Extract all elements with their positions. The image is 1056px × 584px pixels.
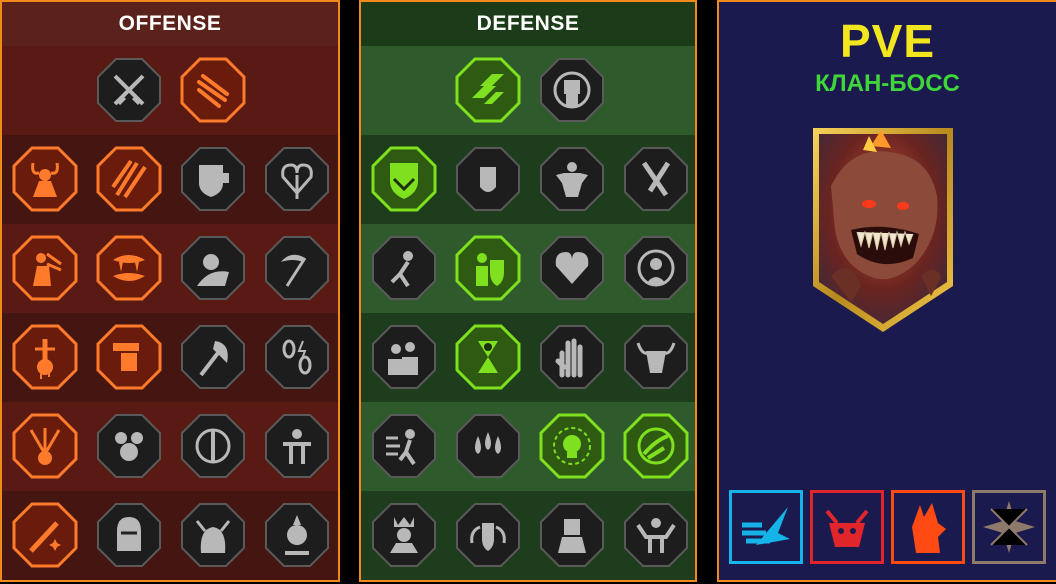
offense-row	[2, 402, 338, 491]
sparkle-sword-icon[interactable]	[12, 502, 78, 568]
force-demon-icon	[810, 490, 884, 564]
raised-fist-icon[interactable]	[539, 57, 605, 123]
defense-row	[361, 491, 695, 580]
warrior-arrows-icon[interactable]	[12, 235, 78, 301]
boss-info-panel: PVE КЛАН-БОСС	[717, 0, 1056, 582]
fanged-maw-icon[interactable]	[96, 235, 162, 301]
skull-cloak-icon[interactable]	[180, 235, 246, 301]
spirit-wolf-icon	[891, 490, 965, 564]
grasping-hand-icon[interactable]	[623, 413, 689, 479]
bull-skull-icon[interactable]	[623, 324, 689, 390]
bound-warrior-icon[interactable]	[264, 413, 330, 479]
shield-chevron-icon[interactable]	[371, 146, 437, 212]
void-star-icon	[972, 490, 1046, 564]
radiant-skull-icon[interactable]	[539, 413, 605, 479]
fist-guard-icon[interactable]	[455, 146, 521, 212]
dodging-figure-icon[interactable]	[371, 235, 437, 301]
dark-heart-icon[interactable]	[539, 235, 605, 301]
mode-subtitle: КЛАН-БОСС	[815, 70, 960, 97]
scythe-icon[interactable]	[264, 235, 330, 301]
slashing-claws-icon[interactable]	[180, 57, 246, 123]
defense-header: DEFENSE	[361, 2, 695, 47]
triple-drops-icon[interactable]	[455, 413, 521, 479]
broken-chains-icon[interactable]	[264, 324, 330, 390]
crossed-swords-icon[interactable]	[96, 57, 162, 123]
hourglass-skull-icon[interactable]	[455, 324, 521, 390]
skull-spikes-icon[interactable]	[264, 502, 330, 568]
crossed-blades-icon[interactable]	[623, 146, 689, 212]
knight-helm-icon[interactable]	[96, 502, 162, 568]
axe-icon[interactable]	[180, 324, 246, 390]
pierced-heart-icon[interactable]	[264, 146, 330, 212]
defense-panel: DEFENSE	[359, 0, 697, 582]
offense-row	[2, 135, 338, 224]
offense-row	[2, 46, 338, 135]
magic-wing-icon	[729, 490, 803, 564]
offense-row	[2, 491, 338, 580]
winged-shield-icon[interactable]	[455, 502, 521, 568]
crowd-icon[interactable]	[371, 324, 437, 390]
defense-row	[361, 46, 695, 135]
offense-panel: OFFENSE	[0, 0, 340, 582]
open-hand-icon[interactable]	[539, 324, 605, 390]
offense-row	[2, 313, 338, 402]
mode-title: PVE	[839, 15, 936, 67]
muscle-body-icon[interactable]	[539, 146, 605, 212]
offense-row	[2, 224, 338, 313]
horned-demon-icon[interactable]	[12, 146, 78, 212]
hooded-figure-icon[interactable]	[623, 235, 689, 301]
defense-row	[361, 402, 695, 491]
armor-plates-icon[interactable]	[455, 57, 521, 123]
defense-row	[361, 135, 695, 224]
beast-rage-icon[interactable]	[180, 502, 246, 568]
triple-blade-icon[interactable]	[96, 146, 162, 212]
crowned-head-icon[interactable]	[371, 502, 437, 568]
knight-shield-icon[interactable]	[455, 235, 521, 301]
offense-header: OFFENSE	[2, 2, 338, 47]
fist-shield-icon[interactable]	[180, 146, 246, 212]
defense-row	[361, 224, 695, 313]
strongman-icon[interactable]	[623, 502, 689, 568]
triple-skull-icon[interactable]	[96, 413, 162, 479]
defense-row	[361, 313, 695, 402]
speeding-figure-icon[interactable]	[371, 413, 437, 479]
fist-hammer-icon[interactable]	[96, 324, 162, 390]
demon-boss-portrait-icon	[811, 126, 955, 336]
dark-lord-icon[interactable]	[539, 502, 605, 568]
bleeding-sword-icon[interactable]	[12, 324, 78, 390]
sword-aura-icon[interactable]	[180, 413, 246, 479]
arrows-impact-icon[interactable]	[12, 413, 78, 479]
